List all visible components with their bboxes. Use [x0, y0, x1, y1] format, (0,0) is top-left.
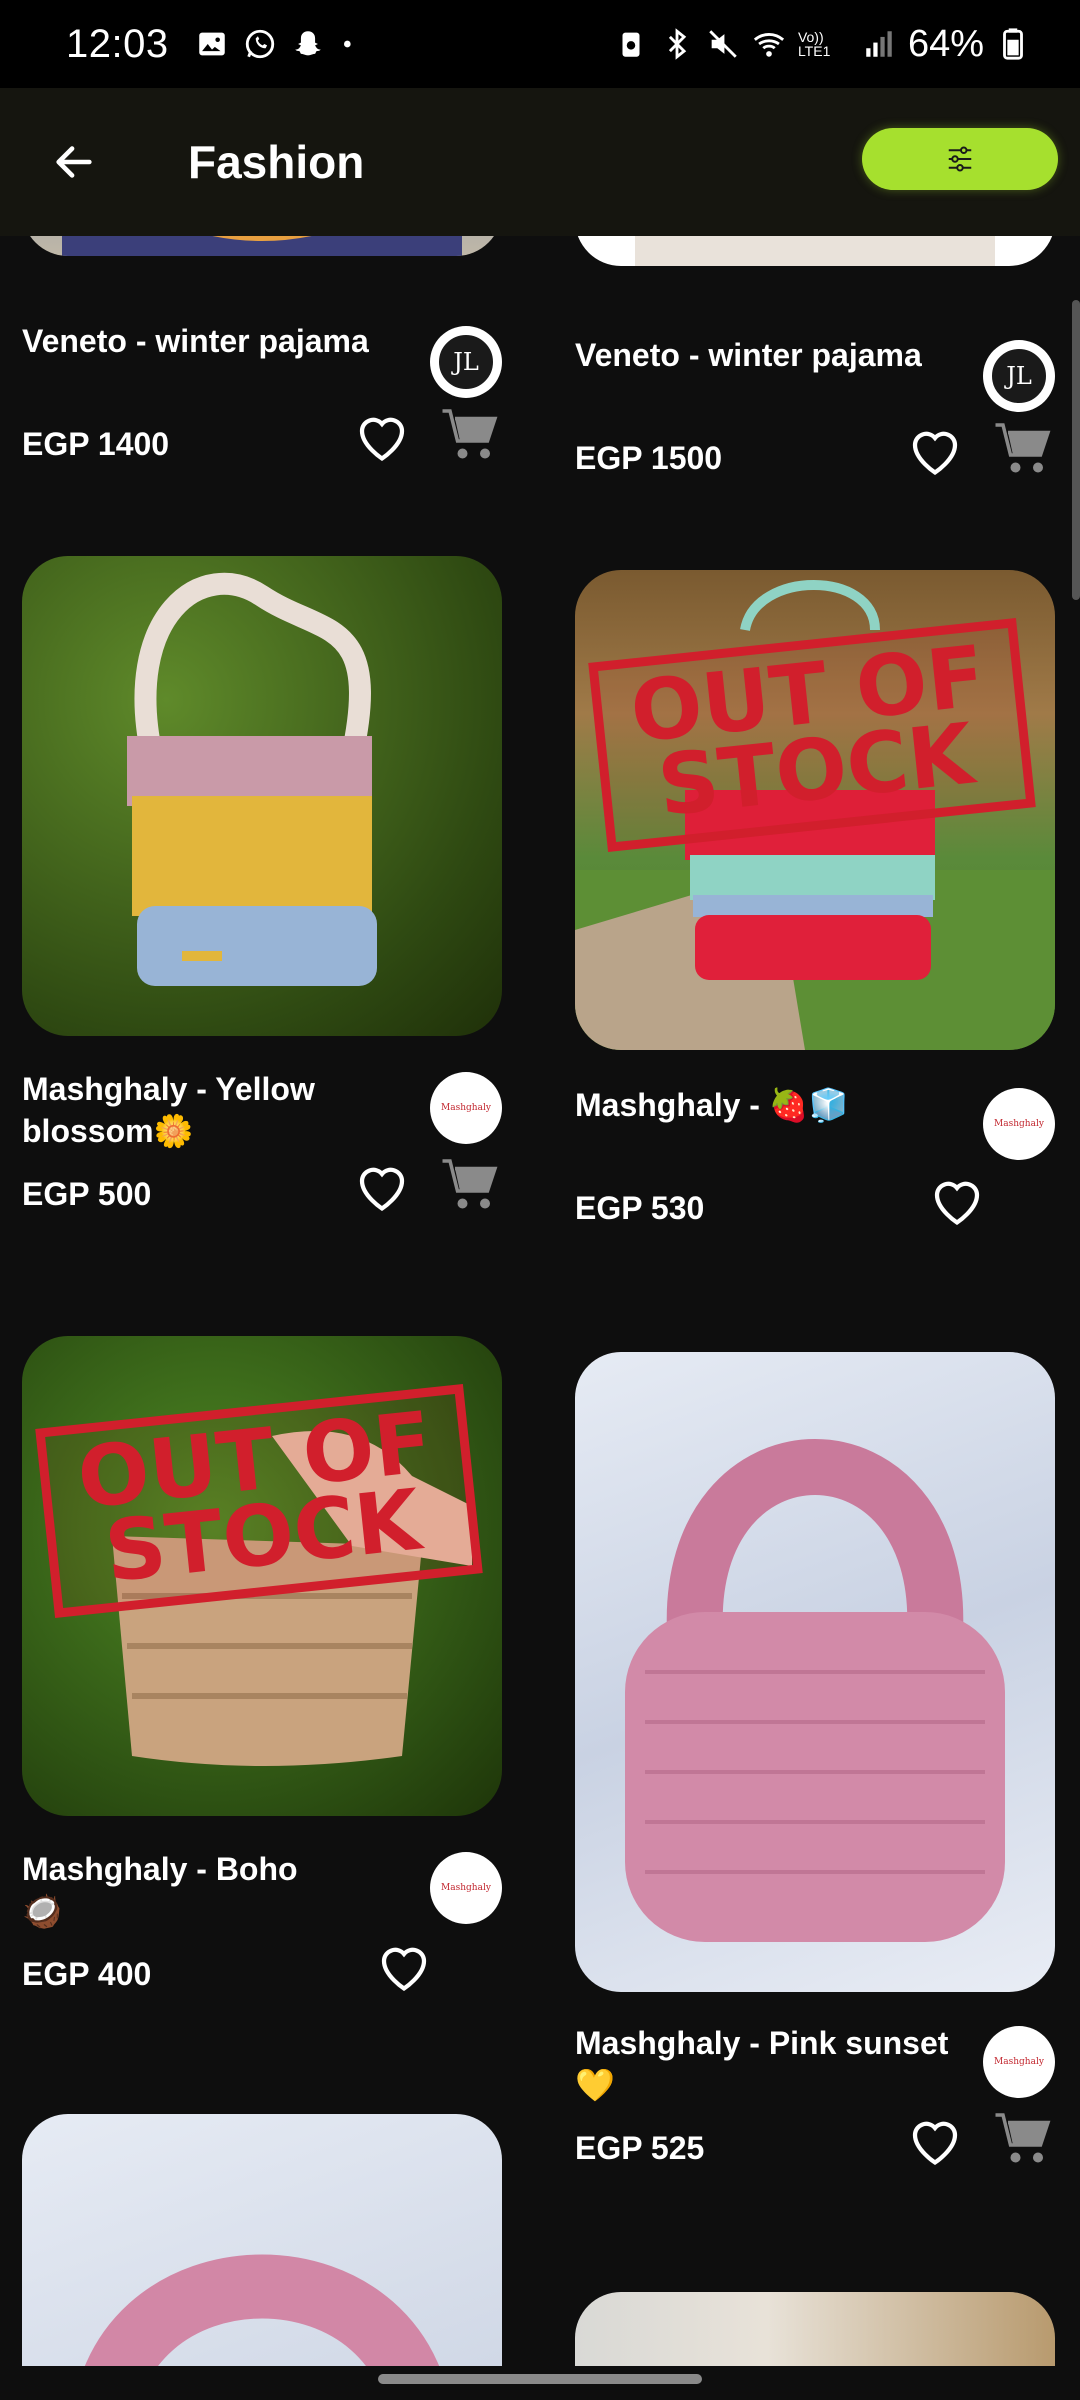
heart-outline-icon: [359, 1167, 405, 1212]
whatsapp-icon: [245, 29, 274, 59]
sliders-icon: [948, 146, 972, 172]
product-grid: Veneto - winter pajama JL EGP 1400 Venet…: [0, 236, 1080, 2366]
wifi-icon: [753, 33, 785, 57]
scrollbar[interactable]: [1072, 300, 1080, 600]
product-title: Mashghaly - Pink sunset💛: [575, 2025, 949, 2103]
system-icons: Vo)) LTE1 64%: [614, 23, 1030, 66]
network-type: Vo)) LTE1: [797, 29, 831, 59]
add-to-cart-button[interactable]: [991, 420, 1055, 480]
pink-bag-photo: [625, 1439, 1005, 1942]
product-image[interactable]: [22, 2114, 502, 2366]
signal-icon: [866, 31, 892, 57]
brand-logo[interactable]: JL: [983, 340, 1055, 412]
favorite-button[interactable]: [905, 2112, 965, 2168]
yellow-bag-photo: [127, 572, 377, 986]
heart-outline-icon: [912, 2121, 958, 2166]
product-image[interactable]: [575, 1352, 1055, 1992]
brand-logo[interactable]: JL: [430, 326, 502, 398]
product-title: Mashghaly - Boho 🥥: [22, 1851, 298, 1929]
favorite-button[interactable]: [927, 1172, 987, 1228]
product-card[interactable]: OUT OF STOCK Mashghaly - Boho 🥥 Mashghal…: [22, 1336, 502, 2056]
favorite-button[interactable]: [374, 1938, 434, 1994]
pink-bag-photo: [85, 2254, 439, 2366]
cart-icon: [995, 423, 1051, 473]
favorite-button[interactable]: [352, 408, 412, 464]
product-title: Mashghaly - 🍓🧊: [575, 1087, 849, 1123]
back-button[interactable]: [34, 122, 114, 202]
product-price: EGP 1500: [575, 440, 723, 476]
brand-logo[interactable]: Mashghaly: [430, 1072, 502, 1144]
product-price: EGP 530: [575, 1190, 705, 1226]
page-title: Fashion: [188, 136, 365, 188]
status-bar: 12:03 Vo)) LTE1 64%: [0, 0, 1080, 88]
product-price: EGP 1400: [22, 426, 170, 462]
notification-icons: [195, 27, 359, 61]
cart-icon: [442, 409, 498, 459]
product-card[interactable]: Mashghaly - Yellow blossom🌼 Mashghaly EG…: [22, 556, 502, 1276]
product-price: EGP 525: [575, 2130, 705, 2166]
product-image[interactable]: [575, 236, 1055, 266]
battery-percent: 64%: [907, 22, 984, 65]
app-bar: Fashion: [0, 88, 1080, 236]
product-card[interactable]: Veneto - winter pajama JL EGP 1400: [22, 236, 502, 596]
cart-icon: [442, 1159, 498, 1209]
product-card[interactable]: Veneto - winter pajama JL EGP 1500: [575, 236, 1055, 596]
product-title: Veneto - winter pajama: [575, 337, 922, 373]
heart-outline-icon: [912, 431, 958, 476]
add-to-cart-button[interactable]: [438, 1156, 502, 1216]
product-card[interactable]: OUT OF STOCK Mashghaly - 🍓🧊 Mashghaly EG…: [575, 570, 1055, 1290]
brand-logo[interactable]: Mashghaly: [983, 1088, 1055, 1160]
filter-button[interactable]: [862, 128, 1058, 190]
product-price: EGP 400: [22, 1956, 152, 1992]
product-image[interactable]: OUT OF STOCK: [575, 570, 1055, 1050]
heart-outline-icon: [381, 1947, 427, 1992]
mute-icon: [709, 30, 737, 58]
add-to-cart-button[interactable]: [438, 406, 502, 466]
gallery-icon: [198, 32, 225, 56]
product-card[interactable]: [22, 2114, 502, 2366]
brand-logo[interactable]: Mashghaly: [983, 2026, 1055, 2098]
arrow-left-icon: [56, 146, 92, 178]
product-image[interactable]: [22, 236, 502, 256]
brand-logo[interactable]: Mashghaly: [430, 1852, 502, 1924]
product-title: Veneto - winter pajama: [22, 323, 369, 359]
status-time: 12:03: [66, 21, 169, 66]
product-card[interactable]: [575, 2292, 1055, 2366]
product-image[interactable]: OUT OF STOCK: [22, 1336, 502, 1816]
battery-icon: [1003, 28, 1023, 60]
heart-outline-icon: [934, 1181, 980, 1226]
gesture-nav-bar[interactable]: [378, 2374, 702, 2384]
favorite-button[interactable]: [905, 422, 965, 478]
pajama-photo: [635, 236, 995, 266]
pajama-photo: [62, 236, 462, 256]
add-to-cart-button[interactable]: [991, 2110, 1055, 2170]
product-image[interactable]: [22, 556, 502, 1036]
bluetooth-icon: [668, 28, 687, 60]
heart-outline-icon: [359, 417, 405, 462]
favorite-button[interactable]: [352, 1158, 412, 1214]
product-price: EGP 500: [22, 1176, 152, 1212]
snapchat-icon: [294, 31, 321, 56]
product-card[interactable]: Mashghaly - Pink sunset💛 Mashghaly EGP 5…: [575, 1352, 1055, 2252]
alarm-icon: [622, 32, 640, 57]
product-image[interactable]: [575, 2292, 1055, 2366]
cart-icon: [995, 2113, 1051, 2163]
dot-icon: [343, 40, 351, 48]
product-title: Mashghaly - Yellow blossom🌼: [22, 1071, 315, 1149]
